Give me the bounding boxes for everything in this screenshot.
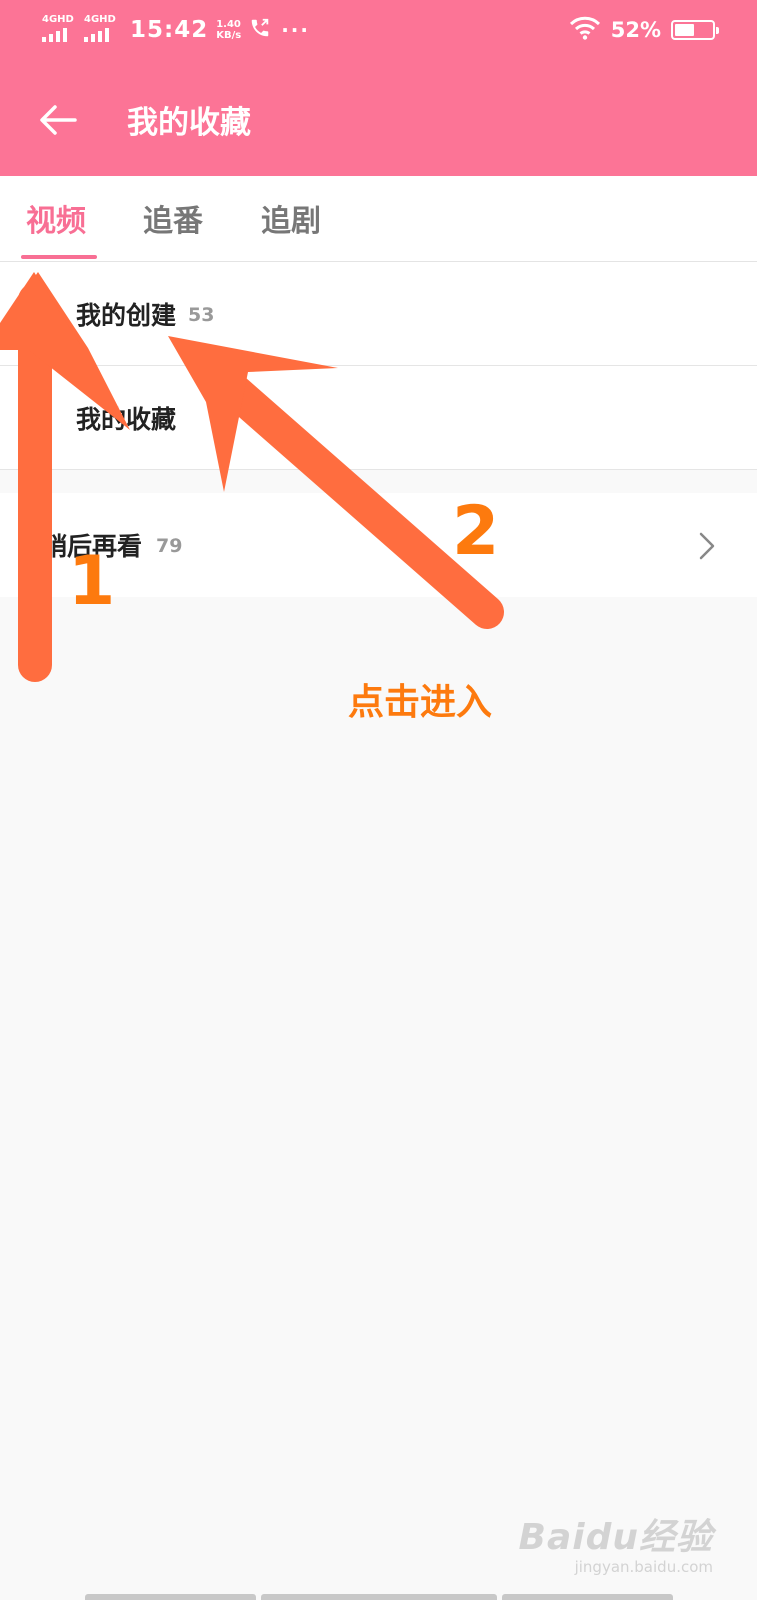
chevron-right-icon	[699, 532, 715, 560]
list-item-my-favorites[interactable]: 我的收藏	[0, 366, 757, 470]
network-type-label: 4GHD	[84, 14, 116, 25]
nav-segment[interactable]	[261, 1594, 497, 1600]
annotation-hint: 点击进入	[348, 682, 493, 723]
list-item-count: 53	[188, 303, 215, 326]
list-item-label: 我的创建	[76, 300, 177, 330]
status-left: 4GHD 4GHD 15:42 1.40 KB/s ···	[42, 12, 310, 48]
step-number-2: 2	[452, 492, 500, 571]
watermark-url: jingyan.baidu.com	[574, 1558, 713, 1576]
phone-call-icon	[249, 17, 271, 43]
network-speed-unit: KB/s	[216, 30, 242, 41]
page-title: 我的收藏	[127, 105, 251, 141]
tab-indicator	[21, 255, 97, 259]
list-item-count: 79	[156, 535, 183, 557]
tab-anime[interactable]: 追番	[143, 196, 203, 240]
network-type-label: 4GHD	[42, 14, 74, 25]
back-button[interactable]	[30, 92, 86, 148]
step-number-1: 1	[68, 542, 116, 621]
watermark: Baidu经验 jingyan.baidu.com	[519, 1508, 713, 1576]
arrow-left-icon	[40, 105, 77, 135]
gesture-nav-bar	[0, 1592, 757, 1600]
network-speed: 1.40 KB/s	[216, 19, 241, 41]
list-item-my-created[interactable]: 我的创建 53	[0, 262, 757, 366]
tab-bar: 视频 追番 追剧	[0, 176, 757, 262]
app-bar: 我的收藏	[0, 60, 757, 176]
clock: 15:42	[130, 17, 209, 43]
more-notifications: ···	[281, 18, 310, 42]
watermark-logo: Baidu经验	[518, 1517, 713, 1558]
signal-icon: 4GHD	[84, 15, 118, 45]
tab-drama[interactable]: 追剧	[261, 196, 321, 240]
tab-video[interactable]: 视频	[26, 196, 86, 240]
nav-segment[interactable]	[85, 1594, 256, 1600]
wifi-icon	[569, 16, 601, 44]
status-bar: 4GHD 4GHD 15:42 1.40 KB/s ··· 52%	[0, 0, 757, 60]
battery-percent: 52%	[610, 18, 661, 42]
battery-icon	[671, 20, 719, 40]
signal-icon: 4GHD	[42, 15, 76, 45]
folder-group: 我的创建 53 我的收藏	[0, 262, 757, 470]
network-speed-value: 1.40	[216, 19, 241, 30]
list-item-label: 我的收藏	[76, 404, 177, 434]
nav-segment[interactable]	[502, 1594, 673, 1600]
status-right: 52%	[569, 14, 719, 46]
